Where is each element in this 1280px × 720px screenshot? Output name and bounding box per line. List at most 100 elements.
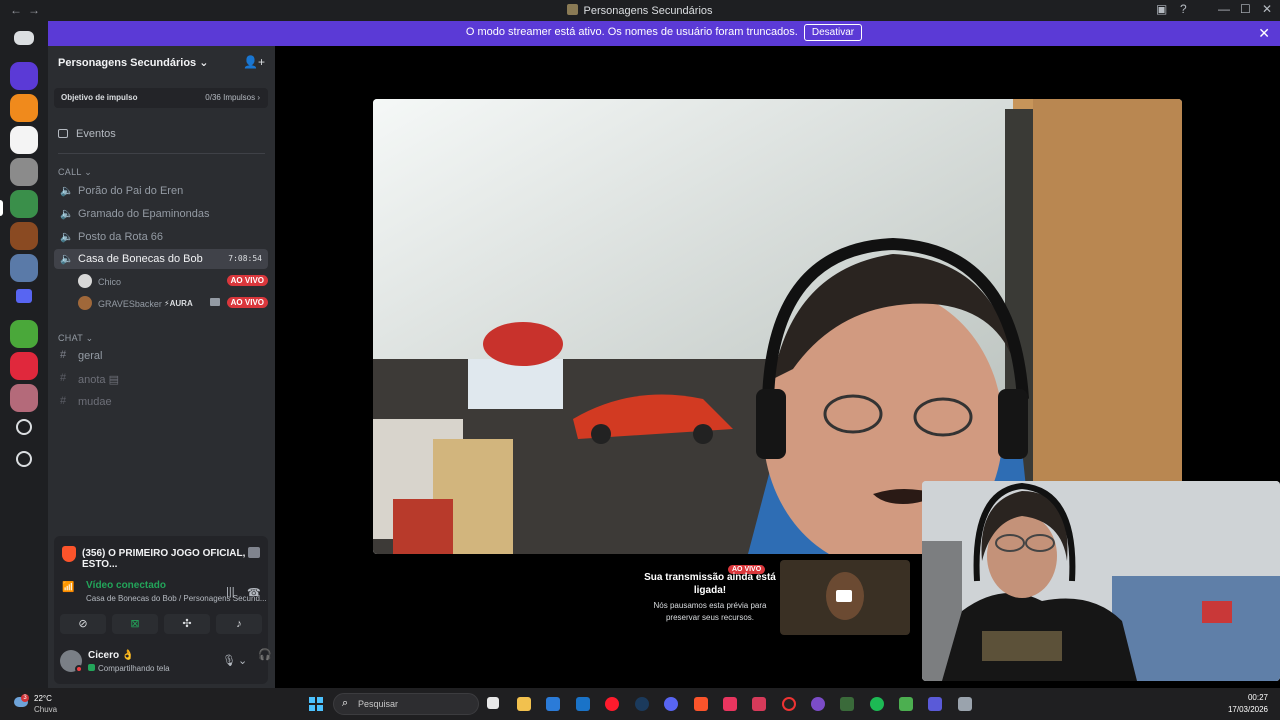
voice-channel-label: Porão do Pai do Eren — [78, 185, 184, 197]
explore-icon[interactable] — [16, 451, 32, 467]
voice-member[interactable]: Chico AO VIVO — [78, 273, 268, 291]
camera-off-button[interactable]: ⊘ — [60, 614, 106, 634]
server-icon-6[interactable] — [10, 222, 38, 250]
member-name: Chico — [98, 277, 122, 287]
server-icon-7[interactable] — [10, 254, 38, 282]
tiktok-icon[interactable] — [723, 697, 737, 711]
server-icon-8[interactable] — [10, 320, 38, 348]
popout-icon[interactable] — [248, 547, 260, 558]
voice-channel-active[interactable]: 🔈 Casa de Bonecas do Bob 7:08:54 — [54, 249, 268, 269]
stream-paused-notice: AO VIVO Sua transmissão ainda está ligad… — [640, 560, 910, 636]
activities-button[interactable]: ✣ — [164, 614, 210, 634]
voice-channel-label: Casa de Bonecas do Bob — [78, 253, 203, 265]
channel-sidebar: Personagens Secundários ⌄ 👤+ Objetivo de… — [48, 46, 275, 688]
pip-video[interactable] — [922, 481, 1280, 681]
headset-icon[interactable]: 🎧 — [258, 648, 272, 661]
now-playing-title: (356) O PRIMEIRO JOGO OFICIAL, ESTO... — [82, 548, 246, 570]
voice-status-subtitle[interactable]: Casa de Bonecas do Bob / Personagens Sec… — [86, 594, 267, 603]
soundboard-button[interactable]: ♪ — [216, 614, 262, 634]
server-icon-1[interactable] — [10, 62, 38, 90]
noise-suppression-icon[interactable]: ||| — [226, 586, 235, 598]
text-channel-label: anota — [78, 374, 106, 386]
clock[interactable]: 00:27 17/03/2026 — [1228, 692, 1268, 716]
opera-icon[interactable] — [605, 697, 619, 711]
voice-channel[interactable]: 🔈 Posto da Rota 66 — [54, 227, 268, 247]
user-info[interactable]: Cicero 👌 Compartilhando tela 🎙 ⌄ 🎧 — [60, 648, 272, 678]
voice-member[interactable]: GRAVESbacker ⚡AURA AO VIVO — [78, 295, 268, 313]
server-icon-10[interactable] — [10, 384, 38, 412]
minecraft-icon[interactable] — [899, 697, 913, 711]
paused-body: Nós pausamos esta prévia para preservar … — [653, 601, 767, 622]
avatar — [78, 274, 92, 288]
now-playing[interactable]: (356) O PRIMEIRO JOGO OFICIAL, ESTO... — [60, 546, 262, 570]
events-item[interactable]: Eventos — [58, 128, 116, 140]
user-panel: (356) O PRIMEIRO JOGO OFICIAL, ESTO... 📶… — [54, 536, 272, 684]
microphone-icon[interactable]: 🎙 — [222, 654, 236, 667]
divider — [58, 153, 265, 154]
minimize-button[interactable]: — — [1218, 2, 1230, 16]
server-icon-4[interactable] — [10, 158, 38, 186]
server-icon — [567, 4, 579, 15]
text-channel[interactable]: # geral — [54, 346, 268, 366]
teams-icon[interactable] — [928, 697, 942, 711]
voice-channel[interactable]: 🔈 Gramado do Epaminondas — [54, 204, 268, 224]
weather-desc: Chuva — [34, 705, 58, 714]
app-icon[interactable] — [752, 697, 766, 711]
server-icon-2[interactable] — [10, 94, 38, 122]
disconnect-icon[interactable]: ☎ — [247, 586, 261, 599]
app-icon-purple[interactable] — [811, 697, 825, 711]
voice-channel-label: Gramado do Epaminondas — [78, 208, 210, 220]
discord-home-icon[interactable] — [14, 31, 34, 45]
task-view-icon[interactable] — [487, 697, 499, 709]
taskbar-search[interactable]: ⌕ Pesquisar — [333, 693, 479, 715]
inbox-icon[interactable]: ▣ — [1156, 2, 1167, 16]
server-icon-current[interactable] — [10, 190, 38, 218]
text-channel[interactable]: # mudae — [54, 392, 268, 412]
boost-goal[interactable]: Objetivo de impulso 0/36 Impulsos › — [54, 88, 268, 108]
close-window-button[interactable]: ✕ — [1262, 2, 1272, 16]
close-icon[interactable]: ✕ — [1258, 25, 1270, 42]
chevron-down-icon[interactable]: ⌄ — [238, 654, 247, 667]
server-icon-3[interactable] — [10, 126, 38, 154]
steam-icon[interactable] — [635, 697, 649, 711]
voice-actions: ⊘ ⊠ ✣ ♪ — [60, 614, 262, 636]
voice-channel-label: Posto da Rota 66 — [78, 231, 164, 243]
call-timer: 7:08:54 — [228, 254, 262, 263]
server-icon-9[interactable] — [10, 352, 38, 380]
invite-people-icon[interactable]: 👤+ — [243, 55, 265, 69]
server-rail — [0, 21, 48, 688]
screen-share-button[interactable]: ⊠ — [112, 614, 158, 634]
window-title: Personagens Secundários — [0, 4, 1280, 17]
live-badge: AO VIVO — [226, 297, 268, 308]
shield-icon[interactable] — [958, 697, 972, 711]
obs-icon[interactable] — [782, 697, 796, 711]
server-header[interactable]: Personagens Secundários ⌄ 👤+ — [48, 46, 275, 80]
discord-icon[interactable] — [664, 697, 678, 711]
text-channel[interactable]: # anota ▤ — [54, 369, 268, 389]
windows-start-icon[interactable] — [309, 697, 323, 711]
file-explorer-icon[interactable] — [517, 697, 531, 711]
voice-status-title[interactable]: Vídeo conectado — [86, 580, 166, 591]
username: Cicero 👌 — [88, 650, 134, 661]
clock-time: 00:27 — [1247, 693, 1268, 702]
category-chat-label: CHAT — [58, 333, 83, 343]
brave-icon[interactable] — [694, 697, 708, 711]
add-server-icon[interactable] — [16, 419, 32, 435]
outlook-icon[interactable] — [576, 697, 590, 711]
hashtag-icon: # — [60, 349, 67, 361]
category-chat[interactable]: CHAT ⌄ — [58, 333, 94, 344]
folder-icon[interactable] — [16, 289, 32, 303]
voice-channel[interactable]: 🔈 Porão do Pai do Eren — [54, 181, 268, 201]
category-call[interactable]: CALL ⌄ — [58, 167, 92, 178]
stream-preview-thumbnail[interactable] — [780, 560, 910, 635]
disable-streamer-button[interactable]: Desativar — [803, 24, 863, 41]
maximize-button[interactable]: ☐ — [1240, 2, 1251, 16]
help-icon[interactable]: ? — [1180, 2, 1187, 16]
spotify-icon[interactable] — [870, 697, 884, 711]
brave-icon — [62, 546, 76, 562]
title-bar: ← → Personagens Secundários ▣ ? — ☐ ✕ — [0, 0, 1280, 21]
weather-widget[interactable]: 3 22°C Chuva — [12, 692, 72, 718]
app-icon-green[interactable] — [840, 697, 854, 711]
calendar-icon — [58, 129, 68, 138]
store-icon[interactable] — [546, 697, 560, 711]
